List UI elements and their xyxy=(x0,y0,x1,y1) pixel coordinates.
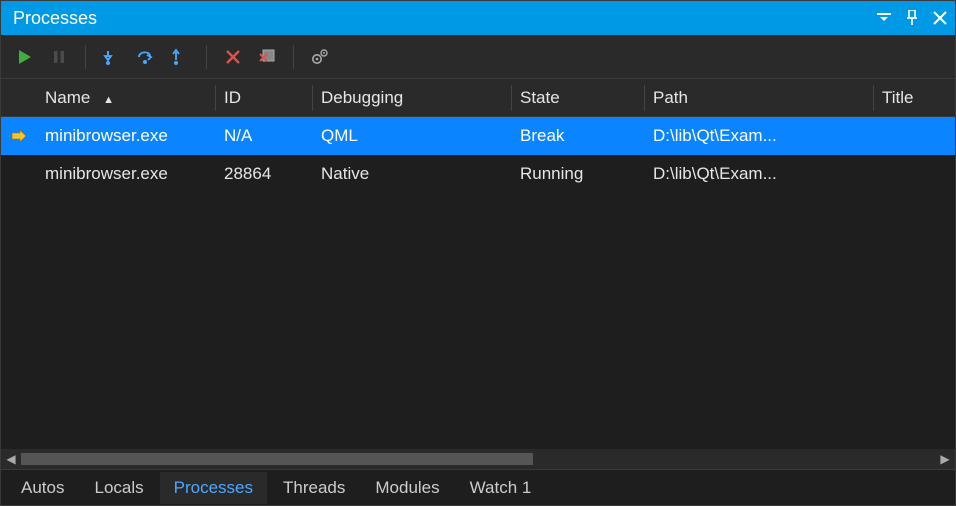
cell-name: minibrowser.exe xyxy=(37,164,215,184)
tab-threads[interactable]: Threads xyxy=(269,472,359,504)
tab-autos[interactable]: Autos xyxy=(7,472,78,504)
settings-button[interactable] xyxy=(306,43,334,71)
terminate-button[interactable] xyxy=(253,43,281,71)
column-header-path[interactable]: Path xyxy=(645,88,873,108)
column-header-title[interactable]: Title xyxy=(874,88,955,108)
column-header-label: Name xyxy=(45,88,90,107)
column-header-name[interactable]: Name ▲ xyxy=(37,88,215,108)
cell-state: Running xyxy=(512,164,644,184)
panel-title: Processes xyxy=(13,8,877,29)
cell-path: D:\lib\Qt\Exam... xyxy=(645,126,873,146)
tab-locals[interactable]: Locals xyxy=(80,472,157,504)
column-headers: Name ▲ ID Debugging State Path Title xyxy=(1,79,955,117)
separator xyxy=(85,45,86,69)
cell-state: Break xyxy=(512,126,644,146)
continue-button[interactable] xyxy=(11,43,39,71)
horizontal-scrollbar[interactable]: ◀ ▶ xyxy=(1,449,955,469)
column-header-id[interactable]: ID xyxy=(216,88,312,108)
cell-debugging: QML xyxy=(313,126,511,146)
titlebar-controls xyxy=(877,10,947,26)
tab-modules[interactable]: Modules xyxy=(361,472,453,504)
step-over-button[interactable] xyxy=(132,43,160,71)
cell-id: N/A xyxy=(216,126,312,146)
step-into-button[interactable] xyxy=(98,43,126,71)
titlebar: Processes xyxy=(1,1,955,35)
cell-path: D:\lib\Qt\Exam... xyxy=(645,164,873,184)
processes-panel: Processes xyxy=(0,0,956,506)
process-row[interactable]: minibrowser.exe N/A QML Break D:\lib\Qt\… xyxy=(1,117,955,155)
scrollbar-thumb[interactable] xyxy=(21,453,533,465)
detach-button[interactable] xyxy=(219,43,247,71)
scroll-left-icon[interactable]: ◀ xyxy=(1,449,21,469)
tab-watch1[interactable]: Watch 1 xyxy=(456,472,546,504)
bottom-tabstrip: Autos Locals Processes Threads Modules W… xyxy=(1,469,955,505)
cell-debugging: Native xyxy=(313,164,511,184)
scrollbar-track[interactable] xyxy=(21,453,935,465)
separator xyxy=(206,45,207,69)
toolbar xyxy=(1,35,955,79)
close-icon[interactable] xyxy=(933,11,947,25)
cell-name: minibrowser.exe xyxy=(37,126,215,146)
step-out-button[interactable] xyxy=(166,43,194,71)
column-header-debugging[interactable]: Debugging xyxy=(313,88,511,108)
column-header-state[interactable]: State xyxy=(512,88,644,108)
sort-ascending-icon: ▲ xyxy=(103,94,114,106)
separator xyxy=(293,45,294,69)
pin-icon[interactable] xyxy=(905,10,919,26)
current-process-indicator xyxy=(1,129,37,143)
cell-id: 28864 xyxy=(216,164,312,184)
scroll-right-icon[interactable]: ▶ xyxy=(935,449,955,469)
process-row[interactable]: minibrowser.exe 28864 Native Running D:\… xyxy=(1,155,955,193)
tab-processes[interactable]: Processes xyxy=(160,472,267,504)
pause-button xyxy=(45,43,73,71)
process-list: minibrowser.exe N/A QML Break D:\lib\Qt\… xyxy=(1,117,955,449)
window-options-icon[interactable] xyxy=(877,13,891,23)
